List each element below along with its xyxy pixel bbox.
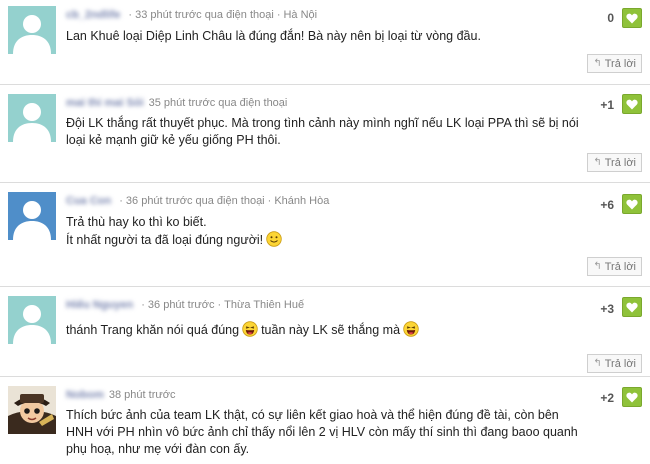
comment-location: Hà Nội: [283, 9, 318, 21]
laugh-emoji-icon: [242, 321, 258, 342]
comment-text: Thích bức ảnh của team LK thật, có sự li…: [66, 408, 578, 456]
reply-icon: ↰: [593, 261, 602, 272]
comment-meta: cb_2ndlife · 33 phút trước qua điện thoại ·…: [66, 9, 317, 21]
comment-time: 38 phút trước: [108, 389, 176, 401]
comment-location: Thừa Thiên Huế: [224, 299, 305, 311]
like-count: +1: [600, 98, 614, 112]
heart-icon: [626, 99, 638, 109]
comment-meta: mai thi mai Sỏi 35 phút trước qua điện th…: [66, 97, 287, 109]
sep-dot: ·: [276, 9, 281, 21]
comment-meta: Nobom 38 phút trước: [66, 389, 175, 401]
smile-emoji-icon: [266, 231, 282, 252]
default-avatar-icon: [8, 296, 56, 344]
heart-icon: [626, 392, 638, 402]
comment-meta: Cua Con · 36 phút trước qua điện thoại · Khá…: [66, 195, 329, 207]
comment-text-fragment: Ít nhất người ta đã loại đúng người!: [66, 233, 264, 247]
comment-text: Lan Khuê loại Diệp Linh Châu là đúng đắn…: [66, 29, 481, 43]
like-button[interactable]: [622, 387, 642, 407]
comment-item: cb_2ndlife · 33 phút trước qua điện thoại ·…: [0, 6, 650, 78]
comment-item: Cua Con · 36 phút trước qua điện thoại · Khá…: [0, 192, 650, 280]
reply-label: Trả lời: [604, 57, 636, 70]
reply-icon: ↰: [593, 58, 602, 69]
like-button[interactable]: [622, 194, 642, 214]
like-button[interactable]: [622, 297, 642, 317]
sep-dot: ·: [217, 299, 222, 311]
like-button[interactable]: [622, 8, 642, 28]
divider: [0, 376, 650, 377]
heart-icon: [626, 302, 638, 312]
comment-text-line: Ít nhất người ta đã loại đúng người!: [66, 231, 586, 252]
heart-icon: [626, 199, 638, 209]
reply-icon: ↰: [593, 157, 602, 168]
comment-location: Khánh Hòa: [274, 195, 330, 207]
sep-dot: ·: [119, 195, 123, 207]
username[interactable]: cb_2ndlife: [66, 9, 120, 21]
username[interactable]: Nobom: [66, 389, 104, 401]
comment-list: cb_2ndlife · 33 phút trước qua điện thoại ·…: [0, 0, 650, 464]
avatar[interactable]: [8, 192, 56, 240]
sep-dot: ·: [267, 195, 272, 207]
comment-text: thánh Trang khăn nói quá đúng tuần này LK…: [66, 321, 586, 342]
username[interactable]: Cua Con: [66, 195, 111, 207]
comment-text-fragment: tuần này LK sẽ thắng mà: [261, 323, 401, 337]
comment-meta: Hiếu Nguyen · 36 phút trước · Thừa Thiên Huế: [66, 299, 304, 311]
reply-label: Trả lời: [604, 357, 636, 370]
default-avatar-icon: [8, 6, 56, 54]
default-avatar-icon: [8, 94, 56, 142]
comment-item: Nobom 38 phút trước Thích bức ảnh của tea…: [0, 386, 650, 464]
username[interactable]: Hiếu Nguyen: [66, 299, 133, 311]
reply-button[interactable]: ↰ Trả lời: [587, 354, 642, 373]
comment-item: mai thi mai Sỏi 35 phút trước qua điện th…: [0, 94, 650, 174]
sep-dot: ·: [128, 9, 133, 21]
sep-dot: ·: [141, 299, 145, 311]
comment-text-fragment: thánh Trang khăn nói quá đúng: [66, 323, 240, 337]
like-count: +2: [600, 391, 614, 405]
comment-time: 35 phút trước qua điện thoại: [148, 97, 288, 109]
reply-label: Trả lời: [604, 156, 636, 169]
avatar[interactable]: [8, 94, 56, 142]
username[interactable]: mai thi mai Sỏi: [66, 97, 144, 109]
divider: [0, 286, 650, 287]
comment-item: Hiếu Nguyen · 36 phút trước · Thừa Thiên Huế…: [0, 296, 650, 373]
laugh-emoji-icon: [403, 321, 419, 342]
reply-button[interactable]: ↰ Trả lời: [587, 257, 642, 276]
avatar[interactable]: [8, 386, 56, 434]
comment-time: 36 phút trước: [147, 299, 215, 311]
comment-time: 36 phút trước qua điện thoại: [125, 195, 265, 207]
default-avatar-icon: [8, 192, 56, 240]
comment-text: Trả thù hay ko thì ko biết. Ít nhất ngườ…: [66, 214, 586, 252]
avatar[interactable]: [8, 296, 56, 344]
like-count: +6: [600, 198, 614, 212]
like-count: 0: [607, 11, 614, 25]
divider: [0, 84, 650, 85]
comment-text: Đội LK thắng rất thuyết phục. Mà trong t…: [66, 116, 579, 147]
comment-time: 33 phút trước qua điện thoại: [135, 9, 274, 21]
like-count: +3: [600, 302, 614, 316]
like-button[interactable]: [622, 94, 642, 114]
photo-avatar-icon: [8, 386, 56, 434]
heart-icon: [626, 13, 638, 23]
divider: [0, 182, 650, 183]
reply-button[interactable]: ↰ Trả lời: [587, 153, 642, 172]
reply-label: Trả lời: [604, 260, 636, 273]
reply-button[interactable]: ↰ Trả lời: [587, 54, 642, 73]
avatar[interactable]: [8, 6, 56, 54]
comment-text-line: Trả thù hay ko thì ko biết.: [66, 215, 207, 229]
reply-icon: ↰: [593, 358, 602, 369]
